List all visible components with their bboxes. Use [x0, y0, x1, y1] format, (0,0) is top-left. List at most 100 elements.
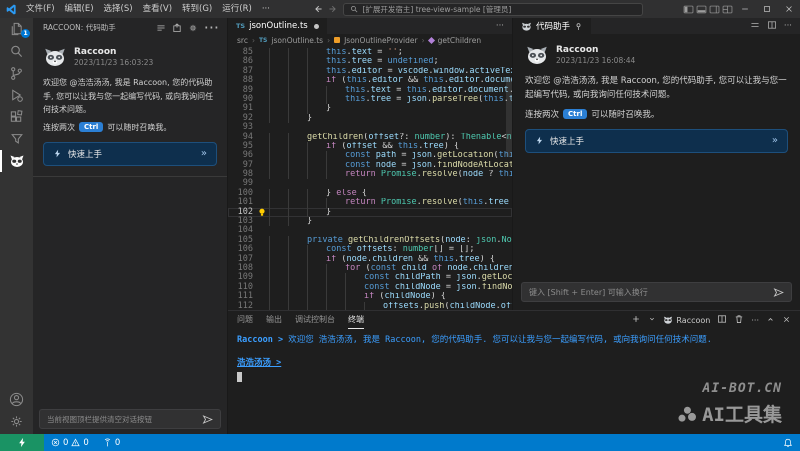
menu-item[interactable]: 转到(G) — [177, 0, 217, 18]
code-line[interactable]: 98return Promise.resolve(node ? this.get… — [228, 170, 512, 179]
code-line[interactable]: 108for (const child of node.children) { — [228, 264, 512, 273]
class-symbol-icon — [334, 37, 340, 43]
send-icon[interactable] — [202, 414, 213, 425]
code-line[interactable]: 104 — [228, 226, 512, 235]
editor-more-actions-icon[interactable]: ··· — [496, 21, 504, 31]
code-line[interactable]: 85this.text = ''; — [228, 48, 512, 57]
menu-item[interactable]: 运行(R) — [217, 0, 257, 18]
more-actions-icon[interactable]: ··· — [204, 18, 219, 37]
command-center-search[interactable]: [扩展开发宿主] tree-view-sample [管理员] — [343, 3, 643, 16]
panel-tab-问题[interactable]: 问题 — [237, 311, 253, 329]
menu-item[interactable]: 查看(V) — [138, 0, 177, 18]
toolbar-list-icon[interactable] — [750, 20, 760, 33]
tab-assistant[interactable]: 代码助手 — [513, 18, 592, 34]
code-line[interactable]: 90this.tree = json.parseTree(this.text); — [228, 95, 512, 104]
split-editor-icon[interactable] — [767, 20, 777, 33]
pin-icon[interactable] — [574, 22, 583, 31]
maximize-button[interactable] — [756, 0, 778, 18]
code-line[interactable]: 102} — [228, 208, 512, 217]
menu-item[interactable]: 编辑(E) — [60, 0, 99, 18]
code-line[interactable]: 109const childPath = json.getLocation(th… — [228, 273, 512, 282]
account-button[interactable] — [0, 388, 33, 410]
close-panel-icon[interactable] — [782, 315, 791, 326]
assistant-chat-input[interactable]: 键入 [Shift + Enter] 可输入换行 — [521, 282, 792, 302]
toggle-panel-icon[interactable] — [695, 0, 708, 18]
code-editor[interactable]: 85this.text = '';86this.tree = undefined… — [228, 46, 512, 310]
terminal-instance-label[interactable]: Raccoon — [663, 315, 710, 325]
terminal-view[interactable]: Raccoon > 欢迎您 浩浩汤汤, 我是 Raccoon, 您的代码助手. … — [228, 329, 800, 434]
code-line[interactable]: 110const childNode = json.findNodeAtLoca… — [228, 283, 512, 292]
code-line[interactable]: 92} — [228, 114, 512, 123]
code-line[interactable]: 99 — [228, 179, 512, 188]
terminal-dropdown-icon[interactable] — [648, 315, 656, 325]
breadcrumb-item[interactable]: JsonOutlineProvider — [344, 36, 417, 45]
activity-extensions[interactable] — [0, 106, 33, 128]
new-terminal-icon[interactable] — [631, 314, 641, 326]
panel-tab-终端[interactable]: 终端 — [348, 311, 364, 329]
code-line[interactable]: 94getChildren(offset?: number): Thenable… — [228, 133, 512, 142]
lightbulb-icon[interactable] — [258, 208, 266, 217]
modified-dot-icon[interactable] — [314, 24, 319, 29]
activity-explorer[interactable]: 1 — [0, 18, 33, 40]
menu-item[interactable]: ··· — [257, 0, 275, 18]
minimize-button[interactable] — [734, 0, 756, 18]
code-line[interactable]: 87this.editor = vscode.window.activeText… — [228, 67, 512, 76]
breadcrumb-item[interactable]: src — [237, 36, 248, 45]
code-line[interactable]: 96const path = json.getLocation(this.tex… — [228, 151, 512, 160]
code-line[interactable]: 107if (node.children && this.tree) { — [228, 255, 512, 264]
code-line[interactable]: 111if (childNode) { — [228, 292, 512, 301]
remote-indicator[interactable] — [0, 434, 44, 451]
forward-icon[interactable] — [328, 4, 338, 14]
maximize-panel-icon[interactable] — [766, 315, 775, 326]
panel-tab-输出[interactable]: 输出 — [266, 311, 282, 329]
quickstart-button[interactable]: 快速上手 » — [43, 142, 217, 166]
more-actions-icon[interactable]: ··· — [751, 316, 759, 325]
activity-source-control[interactable] — [0, 62, 33, 84]
menu-item[interactable]: 文件(F) — [21, 0, 60, 18]
code-line[interactable]: 105private getChildrenOffsets(node: json… — [228, 236, 512, 245]
sidebar-chat-input[interactable]: 当前视图顶栏提供清空对话按钮 — [39, 409, 221, 429]
breadcrumb[interactable]: src›TSjsonOutline.ts›JsonOutlineProvider… — [228, 34, 512, 46]
activity-run-debug[interactable] — [0, 84, 33, 106]
more-actions-icon[interactable]: ··· — [784, 21, 792, 31]
code-line[interactable]: 103} — [228, 217, 512, 226]
settings-button[interactable] — [0, 410, 33, 432]
new-chat-icon[interactable] — [172, 18, 182, 37]
back-icon[interactable] — [313, 4, 323, 14]
toggle-sidebar-icon[interactable] — [682, 0, 695, 18]
problems-status[interactable]: 0 0 — [44, 434, 96, 451]
code-line[interactable]: 101return Promise.resolve(this.tree ? th… — [228, 198, 512, 207]
code-line[interactable]: 100} else { — [228, 189, 512, 198]
notifications-bell[interactable] — [776, 434, 800, 451]
send-icon[interactable] — [773, 287, 784, 298]
close-button[interactable] — [778, 0, 800, 18]
menu-item[interactable]: 选择(S) — [99, 0, 138, 18]
code-line[interactable]: 106const offsets: number[] = []; — [228, 245, 512, 254]
code-line[interactable]: 86this.tree = undefined; — [228, 57, 512, 66]
breadcrumb-item[interactable]: getChildren — [438, 36, 482, 45]
code-line[interactable]: 88if (this.editor && this.editor.documen… — [228, 76, 512, 85]
code-token: '' — [387, 48, 397, 57]
activity-search[interactable] — [0, 40, 33, 62]
kill-terminal-icon[interactable] — [734, 314, 744, 326]
panel-tab-bar: 问题输出调试控制台终端 Raccoon ··· — [228, 311, 800, 329]
settings-gear-icon[interactable] — [188, 18, 198, 37]
quickstart-button[interactable]: 快速上手 » — [525, 129, 788, 153]
editor-scrollbar[interactable] — [506, 46, 512, 310]
breadcrumb-item[interactable]: jsonOutline.ts — [271, 36, 323, 45]
customize-layout-icon[interactable] — [721, 0, 734, 18]
activity-raccoon-assistant[interactable] — [0, 150, 33, 172]
split-terminal-icon[interactable] — [717, 314, 727, 326]
toggle-secondary-sidebar-icon[interactable] — [708, 0, 721, 18]
ports-status[interactable]: 0 — [96, 434, 127, 451]
code-line[interactable]: 97const node = json.findNodeAtLocation(t… — [228, 161, 512, 170]
code-line[interactable]: 89this.text = this.editor.document.getTe… — [228, 86, 512, 95]
code-line[interactable]: 112offsets.push(childNode.offset); — [228, 302, 512, 310]
code-line[interactable]: 95if (offset && this.tree) { — [228, 142, 512, 151]
panel-tab-调试控制台[interactable]: 调试控制台 — [295, 311, 335, 329]
code-line[interactable]: 91} — [228, 104, 512, 113]
clear-chat-icon[interactable] — [156, 18, 166, 37]
activity-tree-view[interactable] — [0, 128, 33, 150]
code-line[interactable]: 93 — [228, 123, 512, 132]
tab-jsonoutline[interactable]: TS jsonOutline.ts — [228, 18, 328, 34]
